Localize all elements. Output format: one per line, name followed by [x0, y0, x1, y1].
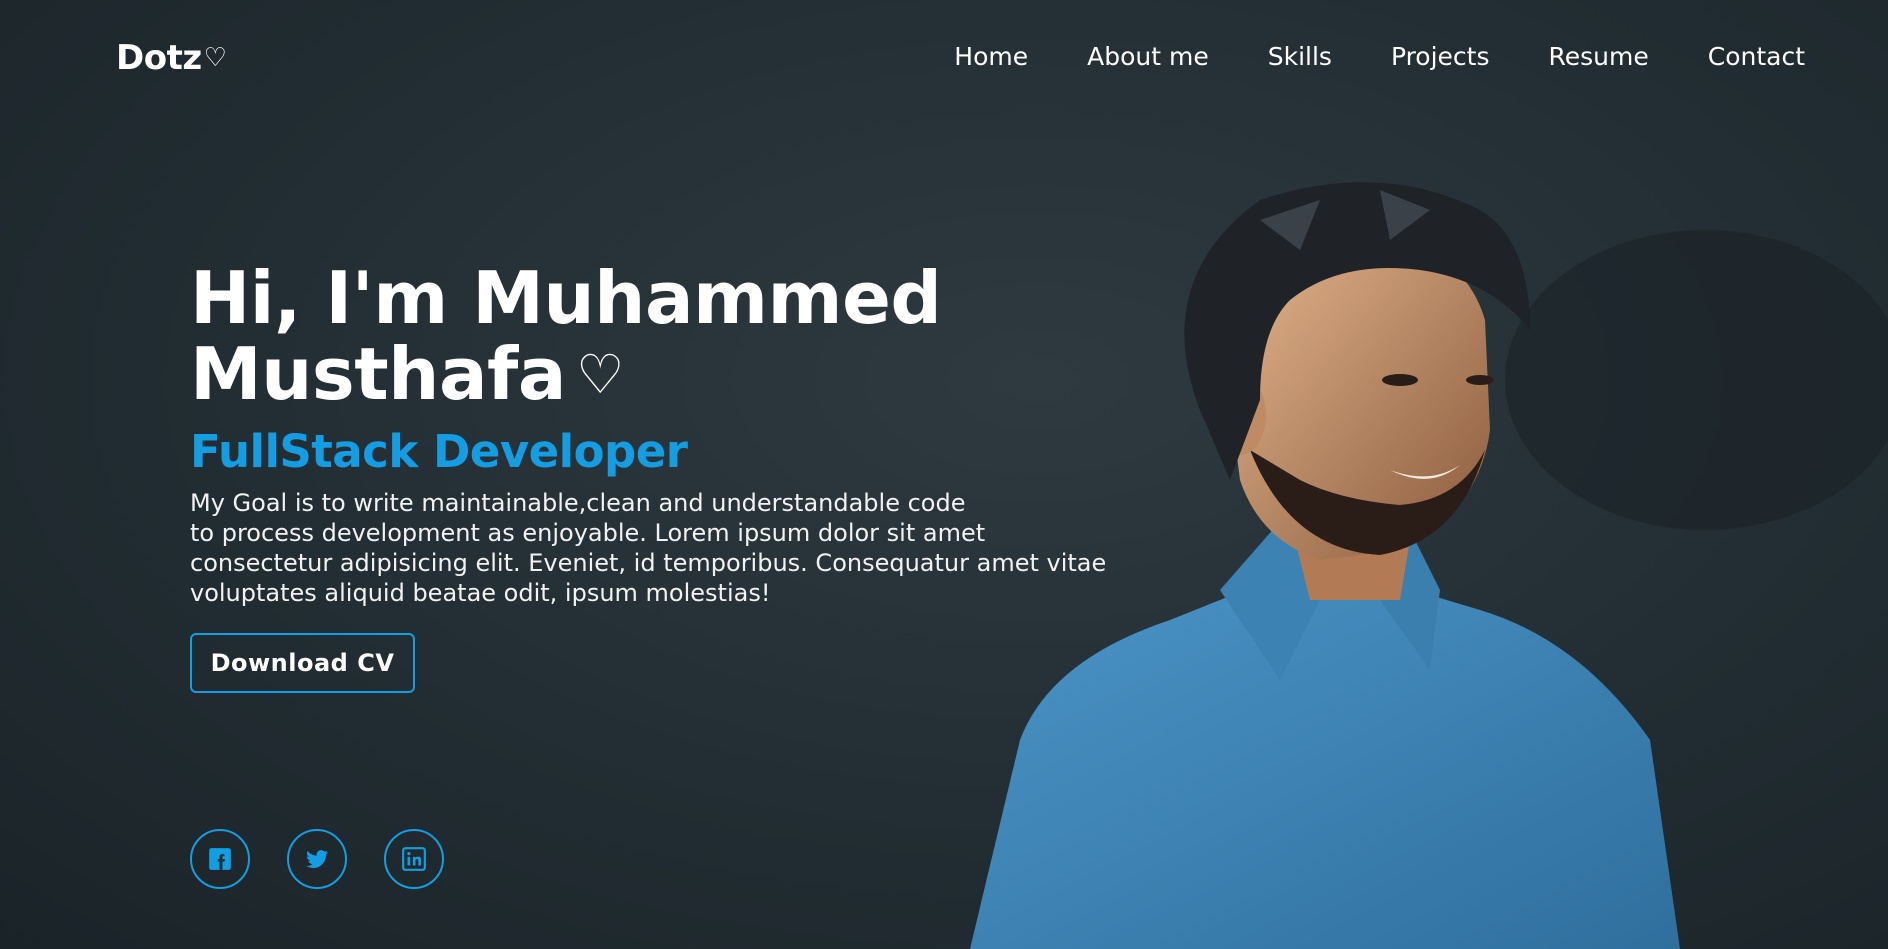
twitter-icon: [306, 850, 329, 868]
nav-projects[interactable]: Projects: [1391, 42, 1490, 71]
twitter-link[interactable]: [287, 829, 347, 889]
portrait-illustration: [970, 182, 1888, 949]
social-links: [190, 829, 444, 889]
nav-about[interactable]: About me: [1087, 42, 1209, 71]
brand-logo[interactable]: Dotz ♡: [116, 38, 227, 78]
navbar: Dotz ♡ Home About me Skills Projects Res…: [0, 0, 1888, 115]
facebook-icon: [209, 848, 231, 870]
nav-contact[interactable]: Contact: [1708, 42, 1805, 71]
brand-name: Dotz: [116, 38, 202, 78]
hero-name: Musthafa: [190, 332, 566, 416]
linkedin-link[interactable]: [384, 829, 444, 889]
download-cv-button[interactable]: Download CV: [190, 633, 415, 693]
nav-skills[interactable]: Skills: [1268, 42, 1332, 71]
nav-home[interactable]: Home: [954, 42, 1028, 71]
heart-icon: ♡: [575, 343, 624, 406]
nav-menu: Home About me Skills Projects Resume Con…: [895, 42, 1805, 71]
heart-icon: ♡: [203, 43, 227, 73]
nav-resume[interactable]: Resume: [1549, 42, 1649, 71]
linkedin-icon: [402, 847, 426, 871]
facebook-link[interactable]: [190, 829, 250, 889]
